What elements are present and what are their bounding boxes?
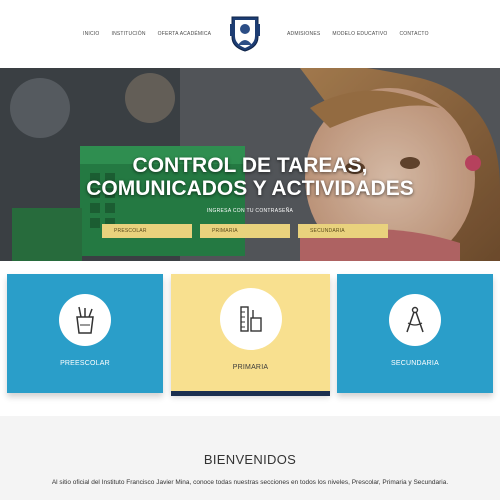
hero-subtitle: INGRESA CON TU CONTRASEÑA xyxy=(206,208,294,214)
compass-icon xyxy=(406,306,424,333)
level-label: SECUNDARIA xyxy=(391,360,439,367)
nav-link-contacto[interactable]: CONTACTO xyxy=(399,31,428,37)
level-card-preescolar[interactable]: PREESCOLAR xyxy=(7,274,163,393)
nav-left: INICIO INSTITUCIÓN OFERTA ACADÉMICA xyxy=(83,31,211,37)
nav-link-inicio[interactable]: INICIO xyxy=(83,31,99,37)
welcome-section: BIENVENIDOS Al sitio oficial del Institu… xyxy=(0,416,500,500)
level-icon-circle xyxy=(59,294,111,346)
hero-title-line-2: COMUNICADOS Y ACTIVIDADES xyxy=(86,177,414,200)
login-preescolar-button[interactable]: PRESCOLAR xyxy=(102,224,192,238)
ruler-icon xyxy=(239,306,262,332)
nav-link-admisiones[interactable]: ADMISIONES xyxy=(287,31,320,37)
nav-right: ADMISIONES MODELO EDUCATIVO CONTACTO xyxy=(287,31,429,37)
hero-banner: CONTROL DE TAREAS, COMUNICADOS Y ACTIVID… xyxy=(0,68,500,261)
login-secundaria-button[interactable]: SECUNDARIA xyxy=(298,224,388,238)
welcome-title: BIENVENIDOS xyxy=(203,452,297,467)
level-label: PREESCOLAR xyxy=(60,360,110,367)
card-underline-bar xyxy=(171,391,330,396)
login-primaria-button[interactable]: PRIMARIA xyxy=(200,224,290,238)
site-header: INICIO INSTITUCIÓN OFERTA ACADÉMICA ADMI… xyxy=(0,0,500,68)
pencil-cup-icon xyxy=(76,306,94,334)
hero-title-line-1: CONTROL DE TAREAS, xyxy=(132,154,368,177)
level-icon-circle xyxy=(219,288,282,350)
level-card-primaria[interactable]: PRIMARIA xyxy=(171,274,330,393)
welcome-text: Al sitio oficial del Instituto Francisco… xyxy=(51,479,449,486)
school-crest-icon[interactable] xyxy=(230,15,260,52)
nav-link-institucion[interactable]: INSTITUCIÓN xyxy=(111,31,145,37)
level-label: PRIMARIA xyxy=(232,364,269,371)
hero-title: CONTROL DE TAREAS, COMUNICADOS Y ACTIVID… xyxy=(80,154,420,200)
nav-link-modelo-educativo[interactable]: MODELO EDUCATIVO xyxy=(332,31,387,37)
level-card-secundaria[interactable]: SECUNDARIA xyxy=(337,274,493,393)
level-icon-circle xyxy=(389,294,441,346)
nav-link-oferta-academica[interactable]: OFERTA ACADÉMICA xyxy=(158,31,212,37)
